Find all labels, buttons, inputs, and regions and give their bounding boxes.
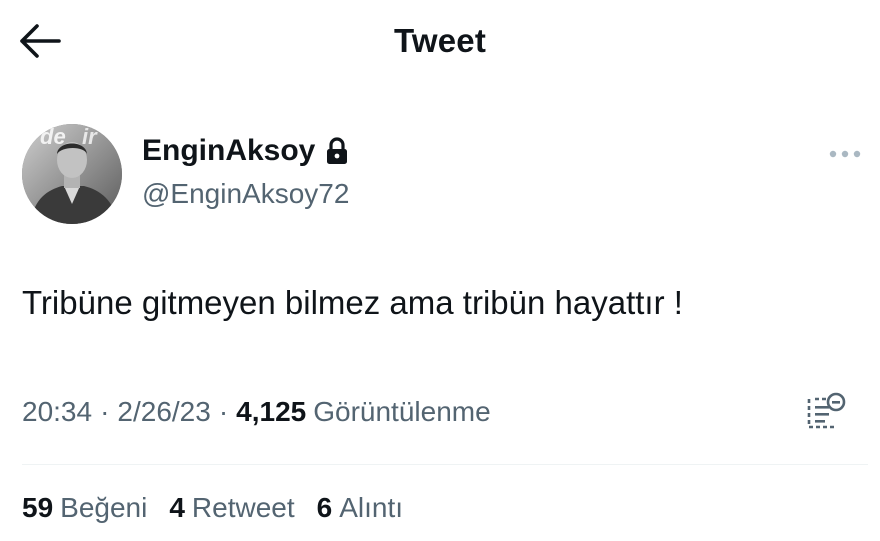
retweets-stat[interactable]: 4 Retweet — [169, 492, 294, 524]
retweets-label: Retweet — [191, 492, 295, 523]
likes-stat[interactable]: 59 Beğeni — [22, 492, 147, 524]
divider — [22, 464, 868, 465]
retweets-count: 4 — [169, 492, 185, 523]
tweet-meta: 20:34 · 2/26/23 · 4,125 Görüntülenme — [22, 396, 491, 428]
tweet-date[interactable]: 2/26/23 — [117, 396, 210, 428]
quotes-count: 6 — [316, 492, 333, 523]
meta-separator: · — [218, 396, 229, 427]
engagement-stats: 59 Beğeni 4 Retweet 6 Alıntı — [22, 492, 425, 524]
svg-text:ir: ir — [82, 124, 98, 149]
quotes-stat[interactable]: 6 Alıntı — [317, 492, 403, 524]
more-options-button[interactable] — [822, 140, 868, 170]
meta-separator: · — [100, 396, 110, 427]
likes-label: Beğeni — [60, 492, 148, 523]
svg-text:de: de — [40, 124, 66, 149]
analytics-icon — [805, 391, 847, 438]
lock-icon — [325, 137, 349, 165]
tweet-time[interactable]: 20:34 — [22, 396, 92, 428]
author-display-name[interactable]: EnginAksoy — [142, 134, 315, 168]
analytics-button[interactable] — [804, 392, 848, 436]
author-handle[interactable]: @EnginAksoy72 — [142, 178, 349, 210]
quotes-label: Alıntı — [339, 492, 404, 523]
author-name-row: EnginAksoy — [142, 134, 349, 168]
tweet-header: Tweet — [0, 0, 880, 86]
more-horizontal-icon — [828, 146, 862, 164]
tweet-text: Tribüne gitmeyen bilmez ama tribün hayat… — [22, 284, 683, 321]
views-count: 4,125 — [236, 396, 307, 427]
avatar[interactable]: de ir — [22, 124, 122, 224]
likes-count: 59 — [22, 492, 54, 523]
views-label: Görüntülenme — [313, 396, 491, 427]
page-title: Tweet — [393, 22, 487, 59]
